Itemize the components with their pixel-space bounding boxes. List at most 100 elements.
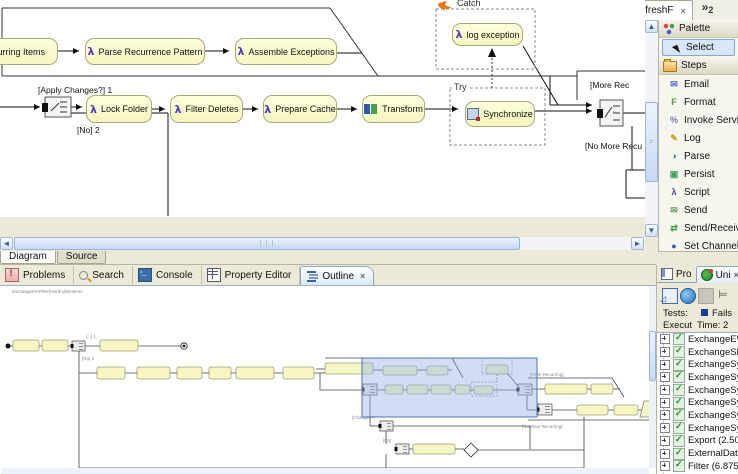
- palette-item-label: Format: [684, 97, 716, 108]
- palette-item-label: Parse: [684, 151, 710, 162]
- catch-label: Catch: [455, 0, 483, 8]
- expand-plus-icon[interactable]: [660, 334, 670, 344]
- close-icon[interactable]: ×: [734, 270, 738, 280]
- palette-item-label: Set Channel: [684, 241, 738, 252]
- expand-plus-icon[interactable]: [660, 410, 670, 420]
- test-tree-row[interactable]: ExchangeSy: [657, 384, 738, 397]
- test-pass-icon: [673, 422, 685, 434]
- view-tab-outline[interactable]: Outline×: [300, 266, 374, 285]
- tab-source[interactable]: Source: [57, 251, 107, 264]
- tab-overflow-chevron[interactable]: »2: [702, 0, 714, 15]
- run-web-icon[interactable]: [680, 288, 696, 304]
- set-channel-icon: ●: [668, 240, 680, 252]
- scroll-right-icon[interactable]: ►: [631, 237, 644, 250]
- apply-changes-switch[interactable]: [42, 97, 71, 117]
- test-tree-row[interactable]: Export (2.50: [657, 435, 738, 448]
- vscroll-thumb[interactable]: =: [645, 102, 658, 182]
- edge-label-1: [No] 2: [77, 125, 100, 135]
- test-tree-row[interactable]: ExternalDat: [657, 447, 738, 460]
- more-recurring-switch[interactable]: [597, 100, 623, 126]
- step-box-log-exception[interactable]: λlog exception: [452, 23, 523, 46]
- expand-plus-icon[interactable]: [660, 449, 670, 459]
- canvas-vscrollbar[interactable]: ▲ = ▼: [645, 20, 658, 237]
- scroll-left-icon[interactable]: ◄: [0, 237, 13, 250]
- outline-vscroll-thumb[interactable]: [649, 331, 656, 381]
- panel-tab-label: Uni: [716, 270, 731, 281]
- test-tree-row[interactable]: ExchangeSy: [657, 358, 738, 371]
- view-tab-problems[interactable]: Problems: [0, 266, 74, 284]
- view-tab-property-editor[interactable]: Property Editor: [202, 266, 301, 284]
- scroll-up-icon[interactable]: ▲: [645, 20, 658, 33]
- palette-item-script[interactable]: λScript: [659, 183, 738, 201]
- step-label: Parse Recurrence Pattern: [98, 47, 202, 57]
- test-item-label: Filter (6.875: [688, 461, 738, 472]
- step-box-assemble-exceptions[interactable]: λAssemble Exceptions: [235, 38, 337, 65]
- expand-plus-icon[interactable]: [660, 360, 670, 370]
- palette-item-email[interactable]: ✉Email: [659, 75, 738, 93]
- outline-view[interactable]: ExchangeMAPIRefreshFolderItems[...] 1[No…: [0, 285, 656, 474]
- step-label: curring Items: [0, 47, 45, 57]
- hscroll-thumb[interactable]: | | |: [14, 237, 520, 250]
- step-label: Assemble Exceptions: [248, 47, 334, 57]
- palette-item-select[interactable]: Select: [662, 39, 735, 56]
- view-tab-console[interactable]: Console: [133, 266, 202, 284]
- parse-icon: ◑: [668, 150, 680, 162]
- step-box-synchronize[interactable]: Synchronize: [465, 101, 535, 127]
- test-item-label: ExchangeSy: [688, 397, 738, 408]
- expand-plus-icon[interactable]: [660, 372, 670, 382]
- palette-steps-list: ✉EmailFFormat%Invoke Service✎Log ◑ Parse ▣P…: [659, 75, 738, 255]
- step-box-prepare-cache[interactable]: λPrepare Cache: [263, 95, 337, 123]
- hierarchy-icon[interactable]: ⊨: [716, 288, 730, 302]
- expand-plus-icon[interactable]: [660, 398, 670, 408]
- test-tree-row[interactable]: ExchangeSy: [657, 396, 738, 409]
- step-box-parse-recurrence-pattern[interactable]: λParse Recurrence Pattern: [85, 38, 205, 65]
- palette-steps-header[interactable]: Steps: [659, 57, 738, 75]
- properties-view-icon: [661, 268, 673, 280]
- palette-item-label: Send/Receive: [684, 223, 738, 234]
- script-icon: λ: [668, 186, 680, 198]
- tab-diagram[interactable]: Diagram: [0, 251, 56, 264]
- view-tab-label: Problems: [23, 270, 65, 281]
- test-tree-row[interactable]: ExchangeEW: [657, 333, 738, 346]
- palette-item-set-channel[interactable]: ● Set Channel: [659, 237, 738, 255]
- view-tab-search[interactable]: Search: [74, 266, 133, 284]
- palette-item-send[interactable]: ✉Send: [659, 201, 738, 219]
- expand-plus-icon[interactable]: [660, 347, 670, 357]
- test-tree[interactable]: ExchangeEWExchangeShExchangeSyExchangeSy…: [657, 332, 738, 474]
- palette-item-persist[interactable]: ▣Persist: [659, 165, 738, 183]
- outline-hscrollbar[interactable]: [1, 468, 649, 474]
- test-tree-row[interactable]: Filter (6.875: [657, 460, 738, 473]
- close-icon[interactable]: ×: [680, 6, 685, 16]
- test-pass-icon: [673, 448, 685, 460]
- test-tree-row[interactable]: ExchangeSy: [657, 409, 738, 422]
- canvas-hscrollbar[interactable]: ◄ | | | ►: [0, 237, 645, 250]
- diagram-canvas[interactable]: Catch Try curring ItemsλParse Recurrence…: [0, 0, 645, 217]
- palette-item-parse[interactable]: ◑ Parse: [659, 147, 738, 165]
- outline-icon: [306, 270, 318, 282]
- outline-vscrollbar[interactable]: [649, 286, 656, 468]
- palette-item-invoke-service[interactable]: %Invoke Service: [659, 111, 738, 129]
- scroll-down-icon[interactable]: ▼: [645, 224, 658, 237]
- panel-tab-pro[interactable]: Pro: [657, 266, 696, 282]
- palette-item-log[interactable]: ✎Log: [659, 129, 738, 147]
- test-results-panel: ProUni× ⊨ Tests: Fails Execut Time: 2 Ex…: [656, 265, 738, 474]
- test-tree-row[interactable]: ExchangeSh: [657, 346, 738, 359]
- time-label: Time: 2: [697, 320, 728, 331]
- palette-item-format[interactable]: FFormat: [659, 93, 738, 111]
- expand-plus-icon[interactable]: [660, 461, 670, 471]
- test-tree-row[interactable]: ExchangeSy: [657, 422, 738, 435]
- expand-plus-icon[interactable]: [660, 436, 670, 446]
- test-tree-row[interactable]: ExchangeSy: [657, 371, 738, 384]
- step-box-curring-items[interactable]: curring Items: [0, 38, 58, 65]
- expand-plus-icon[interactable]: [660, 385, 670, 395]
- step-box-transform[interactable]: Transform: [362, 95, 425, 123]
- close-icon[interactable]: ×: [360, 271, 365, 281]
- palette-item-send-receive[interactable]: ⇄Send/Receive: [659, 219, 738, 237]
- panel-tab-uni[interactable]: Uni×: [696, 266, 738, 283]
- select-region-icon[interactable]: [662, 288, 678, 304]
- step-box-filter-deletes[interactable]: λFilter Deletes: [170, 95, 243, 123]
- step-box-lock-folder[interactable]: λLock Folder: [86, 95, 152, 123]
- palette-header[interactable]: Palette: [659, 20, 738, 38]
- expand-plus-icon[interactable]: [660, 423, 670, 433]
- minimap-viewport[interactable]: [362, 358, 537, 417]
